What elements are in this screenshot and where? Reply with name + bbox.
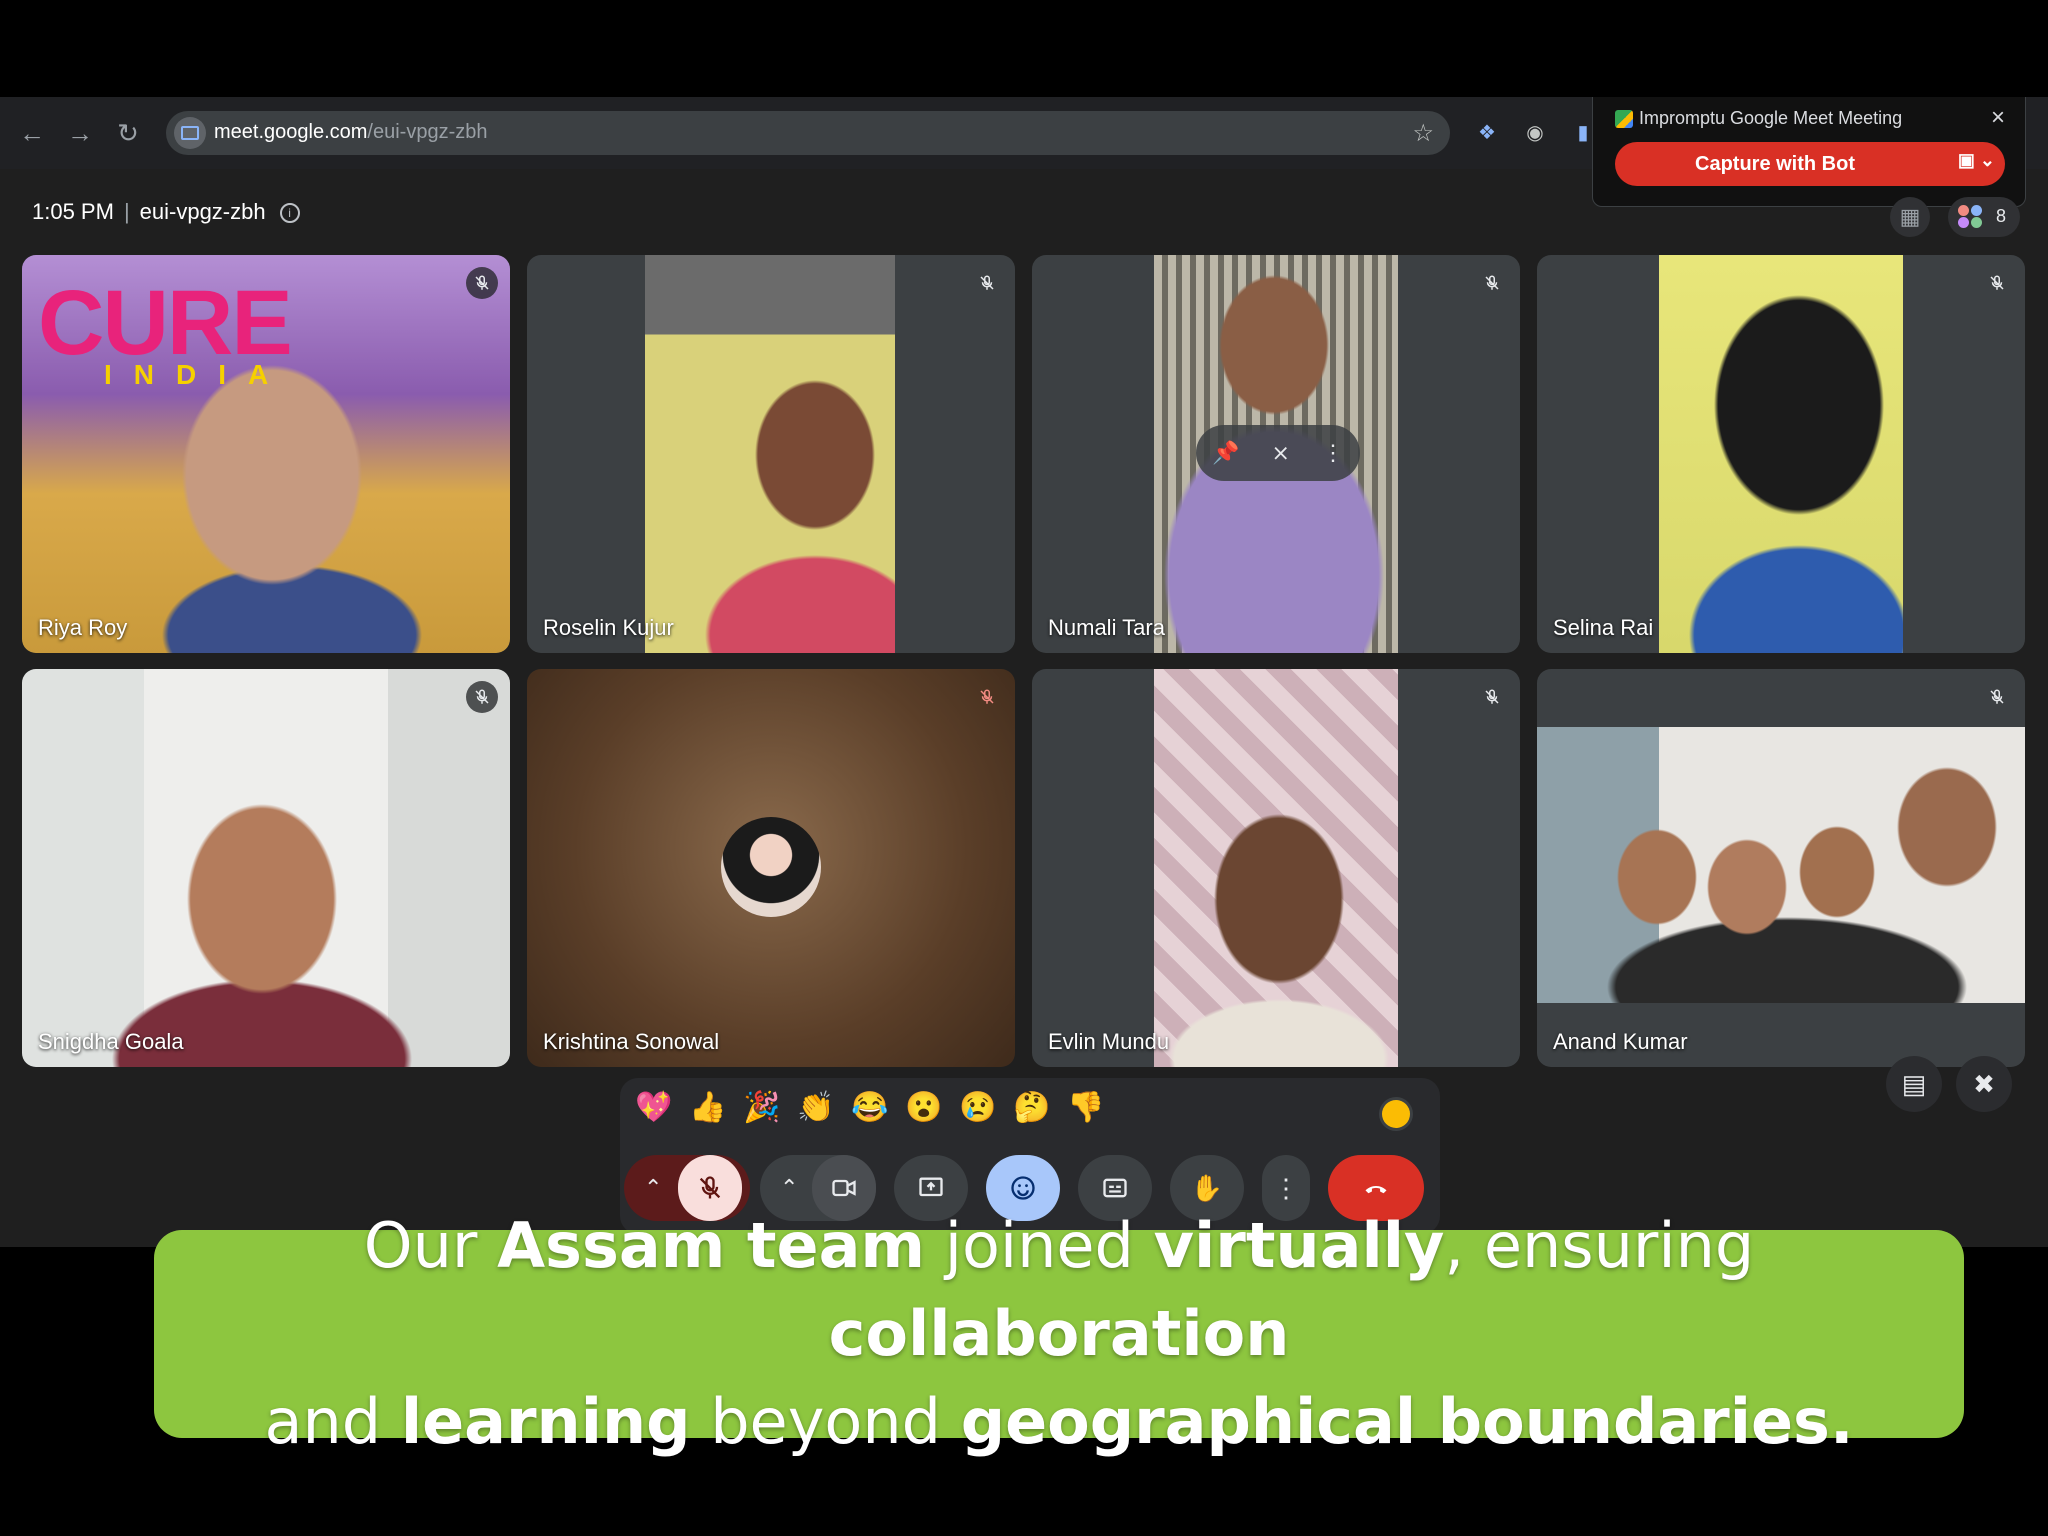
pin-icon[interactable]: 📌: [1212, 440, 1239, 466]
muted-mic-icon: [1981, 681, 2013, 713]
caption-bold: learning: [400, 1385, 691, 1458]
participant-tile[interactable]: CURE INDIA Riya Roy: [22, 255, 510, 653]
url-path: /eui-vpgz-zbh: [367, 121, 488, 143]
muted-mic-icon: [466, 267, 498, 299]
participant-tile[interactable]: 📌 ⨯ ⋮ Numali Tara: [1032, 255, 1520, 653]
heart-reaction[interactable]: 💖: [634, 1088, 674, 1128]
caption-banner: Our Assam team joined virtually, ensurin…: [154, 1209, 1964, 1458]
participant-tile[interactable]: Roselin Kujur: [527, 255, 1015, 653]
present-icon: [919, 1177, 943, 1197]
participant-count: 8: [1996, 206, 2007, 226]
video-feed: [645, 255, 895, 653]
participant-name: Anand Kumar: [1553, 1029, 1688, 1054]
participant-tile[interactable]: Evlin Mundu: [1032, 669, 1520, 1067]
muted-mic-icon: [1476, 267, 1508, 299]
party-reaction[interactable]: 🎉: [742, 1088, 782, 1128]
muted-mic-icon: [466, 681, 498, 713]
site-info-icon[interactable]: [174, 117, 206, 149]
address-bar[interactable]: meet.google.com/eui-vpgz-zbh ☆: [166, 111, 1450, 155]
video-feed: [1154, 669, 1398, 1067]
extension-popup: Impromptu Google Meet Meeting × Capture …: [1592, 97, 2026, 207]
muted-mic-icon: [1981, 267, 2013, 299]
chevron-up-icon[interactable]: ⌃: [644, 1175, 662, 1201]
meeting-time: 1:05 PM: [32, 199, 114, 224]
participant-name: Snigdha Goala: [38, 1029, 184, 1054]
surprised-reaction[interactable]: 😮: [904, 1088, 944, 1128]
participant-tile[interactable]: Krishtina Sonowal: [527, 669, 1015, 1067]
thinking-reaction[interactable]: 🤔: [1012, 1088, 1052, 1128]
cure-india-logo: CURE INDIA: [38, 272, 318, 390]
thumbs-up-reaction[interactable]: 👍: [688, 1088, 728, 1128]
caption-bold: geographical boundaries.: [960, 1385, 1854, 1458]
participant-name: Roselin Kujur: [543, 615, 674, 640]
meeting-code: eui-vpgz-zbh: [139, 199, 266, 224]
host-controls-icon[interactable]: ▦: [1890, 197, 1930, 237]
participant-name: Selina Rai: [1553, 615, 1654, 640]
chevron-up-icon[interactable]: ⌃: [780, 1175, 798, 1201]
google-meet-icon: [1615, 110, 1633, 128]
chat-icon: ▤: [1901, 1068, 1927, 1099]
activities-button[interactable]: ✖: [1956, 1056, 2012, 1112]
laugh-reaction[interactable]: 😂: [850, 1088, 890, 1128]
mic-off-icon: [699, 1176, 721, 1199]
capture-label: Capture with Bot: [1695, 153, 1855, 175]
url-text[interactable]: meet.google.com/eui-vpgz-zbh: [214, 121, 487, 144]
muted-mic-icon: [1476, 681, 1508, 713]
caption-bold: collaboration: [828, 1297, 1290, 1370]
participant-name: Numali Tara: [1048, 615, 1165, 640]
reload-icon[interactable]: ↻: [106, 111, 150, 155]
video-feed: [1659, 255, 1903, 653]
video-feed: [1537, 727, 2025, 1003]
emoji-row: 💖 👍 🎉 👏 😂 😮 😢 🤔 👎: [634, 1088, 1106, 1128]
mute-participant-icon[interactable]: ⨯: [1271, 440, 1289, 466]
thumbs-down-reaction[interactable]: 👎: [1066, 1088, 1106, 1128]
participant-name: Krishtina Sonowal: [543, 1029, 720, 1054]
bookmark-star-icon[interactable]: ☆: [1412, 119, 1434, 148]
participant-tile[interactable]: Snigdha Goala: [22, 669, 510, 1067]
url-host: meet.google.com: [214, 121, 368, 143]
logo-subtext: INDIA: [104, 359, 291, 390]
avatar: [721, 817, 821, 917]
caption-text: Our Assam team joined virtually, ensurin…: [264, 1209, 1854, 1458]
close-icon[interactable]: ×: [1991, 104, 2005, 132]
more-options-icon[interactable]: ⋮: [1322, 440, 1344, 466]
hand-icon: ✋: [1190, 1172, 1224, 1203]
participant-name: Evlin Mundu: [1048, 1029, 1170, 1054]
participant-avatars-icon: [1958, 205, 1984, 229]
forward-icon[interactable]: →: [58, 111, 102, 155]
participant-tile[interactable]: Selina Rai: [1537, 255, 2025, 653]
browser-window: ← → ↻ meet.google.com/eui-vpgz-zbh ☆ ❖ ◉…: [0, 97, 2048, 1247]
info-icon[interactable]: i: [279, 203, 300, 224]
muted-mic-icon: [971, 267, 1003, 299]
logo-text: CURE: [38, 272, 293, 374]
popup-title: Impromptu Google Meet Meeting: [1639, 108, 1903, 128]
tools-icon: ✖: [1973, 1068, 1995, 1099]
caption-bold: virtually: [1153, 1209, 1445, 1282]
extension-puzzle-icon[interactable]: ❖: [1472, 117, 1502, 147]
chat-button[interactable]: ▤: [1886, 1056, 1942, 1112]
tile-hover-controls: 📌 ⨯ ⋮: [1196, 425, 1360, 481]
sad-reaction[interactable]: 😢: [958, 1088, 998, 1128]
participants-button[interactable]: 8: [1948, 197, 2020, 237]
camera-icon[interactable]: ◉: [1520, 117, 1550, 147]
clap-reaction[interactable]: 👏: [796, 1088, 836, 1128]
meeting-details: 1:05 PM | eui-vpgz-zbh i: [32, 199, 300, 225]
capture-with-bot-button[interactable]: Capture with Bot ▣ ⌄: [1615, 142, 2005, 186]
skin-tone-selector[interactable]: [1382, 1100, 1410, 1128]
video-camera-icon: [832, 1179, 856, 1197]
muted-mic-icon: [971, 681, 1003, 713]
smiley-icon: [1011, 1176, 1035, 1200]
bot-dropdown-icon[interactable]: ▣ ⌄: [1958, 150, 1995, 171]
participant-tile[interactable]: Anand Kumar: [1537, 669, 2025, 1067]
captions-icon: [1103, 1178, 1127, 1198]
back-icon[interactable]: ←: [10, 111, 54, 155]
more-vert-icon: ⋮: [1273, 1172, 1299, 1203]
caption-bold: Assam team: [497, 1209, 926, 1282]
video-feed: [22, 669, 510, 1067]
participant-name: Riya Roy: [38, 615, 128, 640]
end-call-icon: [1365, 1185, 1387, 1194]
